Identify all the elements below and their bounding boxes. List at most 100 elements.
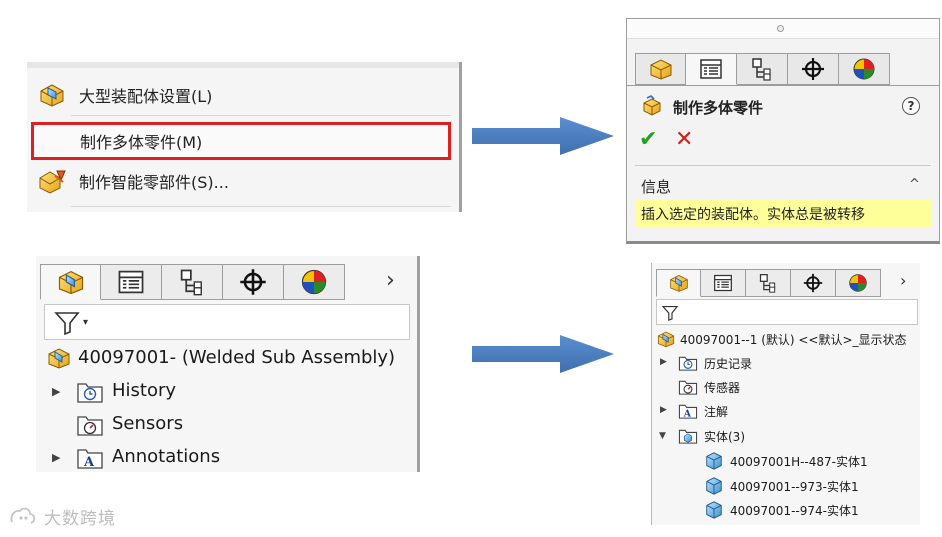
- assembly-icon: [48, 348, 70, 369]
- property-manager-title: 制作多体零件: [673, 99, 764, 117]
- history-folder-icon: [77, 383, 103, 403]
- configuration-manager-tab-icon: [759, 274, 776, 293]
- filter-dropdown-icon[interactable]: ▾: [83, 317, 88, 328]
- manager-tabs: [635, 53, 890, 85]
- tab-dimxpert[interactable]: [223, 264, 284, 300]
- tab-property-manager[interactable]: [101, 264, 162, 300]
- display-manager-tab-icon: [853, 58, 875, 80]
- feature-manager-tab-icon: [58, 270, 83, 295]
- tree-filter-bar[interactable]: ▾: [44, 304, 410, 340]
- tab-dimxpert[interactable]: [791, 269, 836, 297]
- expand-caret-icon[interactable]: ▶: [52, 451, 60, 464]
- property-manager-panel: 制作多体零件 ? ✔ ✕ 信息 ^ 插入选定的装配体。实体总是被转移: [626, 18, 940, 244]
- expand-caret-icon[interactable]: ▶: [52, 385, 60, 398]
- menu-item-make-smart-component[interactable]: 制作智能零部件(S)...: [27, 164, 452, 198]
- collapse-caret-icon[interactable]: ▼: [659, 431, 666, 441]
- cancel-button[interactable]: ✕: [675, 127, 693, 152]
- more-tabs-chevron-icon[interactable]: ›: [900, 271, 906, 290]
- collapse-chevron-icon[interactable]: ^: [909, 177, 920, 192]
- expand-caret-icon[interactable]: ▶: [660, 405, 667, 415]
- svg-text:A: A: [83, 455, 95, 470]
- display-manager-tab-icon: [849, 274, 867, 292]
- tab-feature-manager[interactable]: [656, 269, 701, 297]
- tree-filter-bar[interactable]: [656, 299, 918, 325]
- svg-text:A: A: [683, 409, 692, 420]
- tree-item-label: 40097001--973-实体1: [730, 480, 859, 494]
- info-section-heading[interactable]: 信息: [641, 176, 671, 197]
- arrow-right-icon: [472, 117, 614, 155]
- drag-handle[interactable]: [777, 25, 784, 32]
- tree-item-sensors[interactable]: Sensors: [36, 410, 416, 440]
- help-button[interactable]: ?: [902, 97, 920, 115]
- menu-item-make-multibody-part[interactable]: 制作多体零件(M): [31, 122, 451, 160]
- tree-item-label: 40097001--974-实体1: [730, 504, 859, 518]
- tab-display-manager[interactable]: [836, 269, 881, 297]
- tree-item-label: 历史记录: [704, 357, 753, 371]
- tree-item-label: History: [112, 380, 177, 401]
- info-message-text: 插入选定的装配体。实体总是被转移: [641, 207, 865, 223]
- dimxpert-tab-icon: [803, 273, 823, 293]
- filter-icon[interactable]: [661, 302, 683, 324]
- tab-configuration-manager[interactable]: [746, 269, 791, 297]
- panel-top-bar: [627, 19, 939, 39]
- tree-item-sensors[interactable]: 传感器: [652, 376, 914, 398]
- manager-tabs: [656, 269, 881, 297]
- tab-display-manager[interactable]: [284, 264, 345, 300]
- tab-configuration-manager[interactable]: [737, 53, 788, 85]
- menu-separator: [71, 115, 451, 116]
- tab-feature-manager[interactable]: [40, 264, 101, 300]
- tree-item-label: Annotations: [112, 446, 221, 467]
- tab-divider: [627, 85, 939, 86]
- tree-item-label: 注解: [704, 405, 729, 419]
- tab-property-manager[interactable]: [701, 269, 746, 297]
- large-assembly-icon: [37, 81, 67, 109]
- tree-item-label: Sensors: [112, 413, 184, 434]
- solid-bodies-folder-icon: [678, 429, 698, 444]
- tree-item-history[interactable]: ▶ 历史记录: [652, 352, 914, 374]
- ok-button[interactable]: ✔: [639, 127, 657, 152]
- context-menu: 大型装配体设置(L) 制作多体零件(M) 制作智能零部件(S)...: [27, 62, 462, 212]
- menu-item-label: 制作多体零件(M): [80, 133, 203, 152]
- more-tabs-chevron-icon[interactable]: ›: [386, 268, 395, 293]
- solid-body-icon: [706, 477, 722, 495]
- tree-item-solid-body[interactable]: 40097001--973-实体1: [652, 475, 914, 497]
- dimxpert-tab-icon: [240, 269, 266, 295]
- tree-root-label[interactable]: 40097001- (Welded Sub Assembly): [78, 347, 395, 368]
- feature-manager-tree-large: › ▾ 40097001- (Welded Sub Assembly) ▶ Hi…: [36, 256, 420, 472]
- tree-item-label: 实体(3): [704, 430, 745, 444]
- menu-item-label: 大型装配体设置(L): [79, 87, 213, 106]
- multibody-part-icon: [643, 95, 661, 116]
- feature-manager-tab-icon: [669, 275, 688, 292]
- configuration-manager-tab-icon: [752, 58, 771, 81]
- menu-item-label: 制作智能零部件(S)...: [79, 173, 229, 192]
- tab-property-manager[interactable]: [686, 53, 737, 85]
- feature-manager-tab-icon: [650, 59, 671, 80]
- tree-item-annotations[interactable]: ▶ A Annotations: [36, 443, 416, 472]
- tab-display-manager[interactable]: [839, 53, 890, 85]
- watermark-text: 大数跨境: [44, 509, 116, 529]
- tree-item-history[interactable]: ▶ History: [36, 377, 416, 407]
- tab-dimxpert[interactable]: [788, 53, 839, 85]
- tree-item-solid-bodies[interactable]: ▼ 实体(3): [652, 425, 914, 447]
- menu-item-large-assembly-settings[interactable]: 大型装配体设置(L): [27, 78, 452, 112]
- manager-tabs: [40, 264, 345, 300]
- feature-manager-tree-small: › 40097001--1 (默认) <<默认>_显示状态 ▶ 历史记录 传感器…: [651, 263, 920, 525]
- tree-item-solid-body[interactable]: 40097001H--487-实体1: [652, 450, 914, 472]
- tree-item-label: 传感器: [704, 381, 741, 395]
- annotations-folder-icon: A: [678, 404, 698, 420]
- tab-configuration-manager[interactable]: [162, 264, 223, 300]
- property-manager-tab-icon: [700, 59, 722, 79]
- watermark-logo-icon: [10, 507, 36, 524]
- tab-feature-manager[interactable]: [635, 53, 686, 85]
- filter-icon[interactable]: [53, 309, 87, 337]
- arrow-right-icon: [472, 335, 614, 373]
- menu-separator: [71, 206, 451, 207]
- tree-item-annotations[interactable]: ▶ A 注解: [652, 400, 914, 422]
- solid-body-icon: [706, 452, 722, 470]
- expand-caret-icon[interactable]: ▶: [660, 357, 667, 367]
- sensors-folder-icon: [678, 380, 698, 395]
- solid-body-icon: [706, 501, 722, 519]
- menu-top-shade: [27, 62, 459, 68]
- tree-root-label[interactable]: 40097001--1 (默认) <<默认>_显示状态: [680, 331, 907, 348]
- tree-item-solid-body[interactable]: 40097001--974-实体1: [652, 499, 914, 521]
